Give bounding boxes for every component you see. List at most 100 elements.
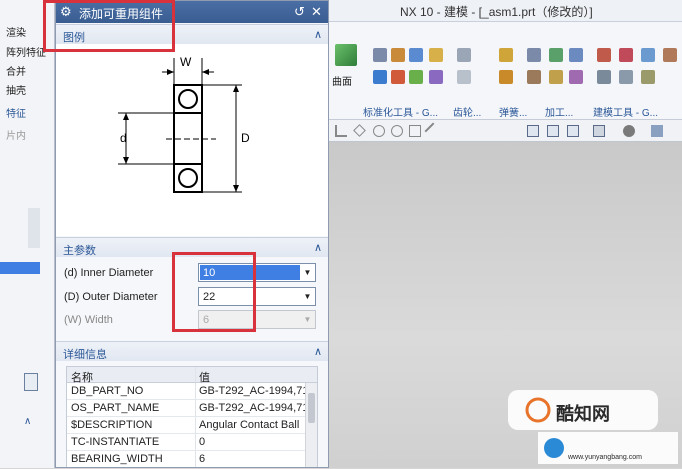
annotation-box-title xyxy=(43,0,175,52)
group-label-modeling-tools[interactable]: 建模工具 - G... xyxy=(593,104,658,119)
chevron-up-icon[interactable]: ∧ xyxy=(314,345,322,358)
watermark-text: 酷知网 xyxy=(556,404,610,424)
view-icon[interactable] xyxy=(547,125,559,137)
column-divider xyxy=(195,417,196,433)
table-row[interactable]: TC-INSTANTIATE 0 xyxy=(67,434,317,451)
view-icon[interactable] xyxy=(567,125,579,137)
snap-icon[interactable] xyxy=(335,125,347,137)
window-title: NX 10 - 建模 - [_asm1.prt（修改的）] xyxy=(400,5,593,19)
column-divider[interactable] xyxy=(195,367,196,382)
watermark-subtext: www.yunyangbang.com xyxy=(568,454,642,461)
bearing-section-figure: W d D xyxy=(118,55,250,193)
cell-name: $DESCRIPTION xyxy=(71,419,153,431)
tool-icon[interactable] xyxy=(619,48,633,62)
snap-icon[interactable] xyxy=(391,125,403,137)
cell-value: 6 xyxy=(199,453,206,465)
tool-icon[interactable] xyxy=(499,48,513,62)
feature-group-label: 特征 xyxy=(6,109,26,120)
snap-icon[interactable] xyxy=(424,122,442,140)
render-label[interactable]: 渲染 xyxy=(6,24,26,39)
collapse-chevron-icon[interactable]: ∧ xyxy=(24,416,31,427)
tool-icon[interactable] xyxy=(409,48,423,62)
selection-toolbar xyxy=(329,120,682,142)
inner-dim-label: d xyxy=(120,131,127,145)
snap-icon[interactable] xyxy=(373,125,385,137)
details-section-header[interactable]: 详细信息 ∧ xyxy=(56,341,328,361)
ribbon: 曲面 标准化工具 - G... 齿轮... 弹簧... 加工... 建模工具 -… xyxy=(329,22,682,120)
snap-icon[interactable] xyxy=(409,125,421,137)
cell-value: GB-T292_AC-1994,71 xyxy=(199,402,305,414)
details-table: 名称 值 DB_PART_NO GB-T292_AC-1994,71 OS_PA… xyxy=(66,366,318,467)
tool-icon[interactable] xyxy=(429,48,443,62)
table-scrollbar[interactable] xyxy=(305,383,317,467)
chevron-down-icon[interactable]: ▼ xyxy=(300,288,315,305)
cell-value: 0 xyxy=(199,436,206,448)
tool-icon[interactable] xyxy=(457,48,471,62)
tool-icon[interactable] xyxy=(391,48,405,62)
render-style-icon[interactable] xyxy=(623,125,635,137)
tool-icon[interactable] xyxy=(569,70,583,84)
view-icon[interactable] xyxy=(593,125,605,137)
table-header: 名称 值 xyxy=(67,367,317,384)
column-divider xyxy=(195,451,196,467)
table-row[interactable]: BEARING_WIDTH 6 xyxy=(67,451,317,467)
unite-label[interactable]: 合并 xyxy=(6,63,26,78)
tool-icon[interactable] xyxy=(597,48,611,62)
tool-icon[interactable] xyxy=(499,70,513,84)
view-icon[interactable] xyxy=(527,125,539,137)
chevron-down-icon[interactable]: ▼ xyxy=(300,264,315,281)
snap-icon[interactable] xyxy=(353,124,366,137)
annotation-box-params xyxy=(172,252,256,332)
outer-diameter-label: (D) Outer Diameter xyxy=(64,291,158,303)
tool-icon[interactable] xyxy=(569,48,583,62)
tool-icon[interactable] xyxy=(619,70,633,84)
width-label: (W) Width xyxy=(64,314,113,326)
group-label-gear[interactable]: 齿轮... xyxy=(453,104,481,119)
column-divider xyxy=(195,400,196,416)
cell-value: GB-T292_AC-1994,71 xyxy=(199,385,305,397)
close-icon[interactable]: ✕ xyxy=(311,4,322,20)
table-row[interactable]: $DESCRIPTION Angular Contact Ball xyxy=(67,417,317,434)
chevron-up-icon[interactable]: ∧ xyxy=(314,241,322,254)
tool-icon[interactable] xyxy=(409,70,423,84)
cube-icon[interactable] xyxy=(651,125,663,137)
cell-name: OS_PART_NAME xyxy=(71,402,160,414)
nav-selected-row[interactable] xyxy=(0,262,40,274)
group-label-standard-tools[interactable]: 标准化工具 - G... xyxy=(363,104,438,119)
legend-figure-area: W d D xyxy=(56,44,328,236)
tool-icon[interactable] xyxy=(429,70,443,84)
width-dim-label: W xyxy=(180,55,192,69)
tool-icon[interactable] xyxy=(527,70,541,84)
tool-icon[interactable] xyxy=(641,70,655,84)
tool-icon[interactable] xyxy=(457,70,471,84)
tool-icon[interactable] xyxy=(391,70,405,84)
tool-icon[interactable] xyxy=(549,48,563,62)
tool-icon[interactable] xyxy=(373,48,387,62)
group-label-machining[interactable]: 加工... xyxy=(545,104,573,119)
surface-icon[interactable] xyxy=(335,44,357,66)
details-section-label: 详细信息 xyxy=(63,349,107,361)
nav-scrollbar[interactable] xyxy=(28,208,40,248)
tool-icon[interactable] xyxy=(373,70,387,84)
shell-label[interactable]: 抽壳 xyxy=(6,82,26,97)
tool-icon[interactable] xyxy=(597,70,611,84)
table-row[interactable]: DB_PART_NO GB-T292_AC-1994,71 xyxy=(67,383,317,400)
reset-icon[interactable]: ↺ xyxy=(294,4,305,20)
group-label-spring[interactable]: 弹簧... xyxy=(499,104,527,119)
left-pane: 渲染 阵列特征 合并 抽壳 特征 片内 ∧ xyxy=(0,0,55,468)
chevron-up-icon[interactable]: ∧ xyxy=(314,28,322,41)
tool-icon[interactable] xyxy=(527,48,541,62)
tool-icon[interactable] xyxy=(663,48,677,62)
surface-label[interactable]: 曲面 xyxy=(332,73,352,88)
tool-icon[interactable] xyxy=(641,48,655,62)
cell-value: Angular Contact Ball xyxy=(199,419,300,431)
pattern-feature-label[interactable]: 阵列特征 xyxy=(6,44,46,59)
main-params-section-label: 主参数 xyxy=(63,245,96,257)
chevron-down-icon: ▼ xyxy=(303,315,312,324)
table-row[interactable]: OS_PART_NAME GB-T292_AC-1994,71 xyxy=(67,400,317,417)
tool-icon[interactable] xyxy=(24,373,38,391)
tool-icon[interactable] xyxy=(549,70,563,84)
add-reusable-component-dialog: ⚙ 添加可重用组件 ↺ ✕ 图例 ∧ W d D 主参数 ∧ (d) Inner… xyxy=(55,0,329,468)
scrollbar-thumb[interactable] xyxy=(308,393,315,423)
column-divider xyxy=(195,434,196,450)
